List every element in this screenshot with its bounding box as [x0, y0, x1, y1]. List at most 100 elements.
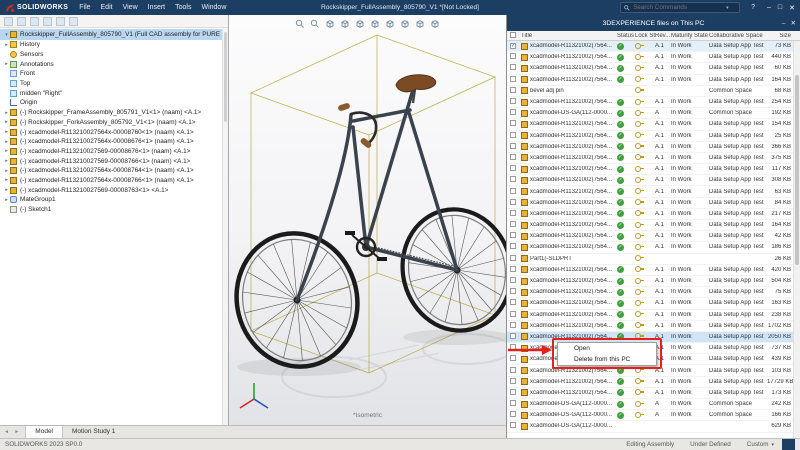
row-checkbox[interactable] — [510, 210, 516, 216]
column-header-status[interactable]: Status — [617, 33, 635, 39]
row-checkbox[interactable] — [510, 232, 516, 238]
tree-item[interactable]: ▸(-) xcadmodel-R113210027564x-00008760<1… — [0, 127, 228, 137]
tree-item[interactable]: ▸(-) xcadmodel-R113210027569-00008766<1>… — [0, 156, 228, 166]
zoom-fit-icon[interactable] — [295, 18, 306, 29]
tree-item[interactable]: ▸(-) xcadmodel-R113210027564x-00008764<1… — [0, 166, 228, 176]
table-row[interactable]: xcadmodel-R11321002(7564...✓A.1In WorkDa… — [507, 52, 800, 63]
table-row[interactable]: xcadmodel-R11321002(7564...✓A.1In WorkDa… — [507, 209, 800, 220]
tree-item[interactable]: Origin — [0, 98, 228, 108]
custom-dropdown[interactable]: Custom ▾ — [747, 441, 774, 448]
search-box[interactable]: ▾ — [620, 2, 740, 13]
column-header-lock-st[interactable]: Lock St... — [635, 33, 655, 39]
menu-view[interactable]: View — [119, 4, 142, 11]
expander-icon[interactable]: ▸ — [3, 177, 10, 183]
row-checkbox[interactable]: ✓ — [510, 43, 516, 49]
table-row[interactable]: xcadmodel-R11321002(7564...✓A.1In WorkDa… — [507, 186, 800, 197]
bicycle-model[interactable] — [229, 15, 506, 425]
panel-minimize-button[interactable]: – — [782, 20, 786, 27]
open-menu-item[interactable]: Open — [558, 343, 656, 354]
menu-insert[interactable]: Insert — [144, 4, 170, 11]
table-row[interactable]: xcadmodel-DS-GA(112-0000...✓AIn WorkComm… — [507, 108, 800, 119]
row-checkbox[interactable] — [510, 322, 516, 328]
expander-icon[interactable]: ▾ — [3, 32, 10, 38]
row-checkbox[interactable] — [510, 64, 516, 70]
table-row[interactable]: xcadmodel-R11321002(7564...✓A.1In WorkDa… — [507, 220, 800, 231]
table-row[interactable]: xcadmodel-DS-GA(112-0000...✓AIn WorkComm… — [507, 399, 800, 410]
row-checkbox[interactable] — [510, 411, 516, 417]
row-checkbox[interactable] — [510, 367, 516, 373]
row-checkbox[interactable] — [510, 120, 516, 126]
table-row[interactable]: Part1(-SLDPRT26 KB — [507, 254, 800, 265]
tree-root-item[interactable]: ▾ Rockskipper_FullAssembly_805790_V1 (Fu… — [0, 29, 228, 40]
tab-motion-study-1[interactable]: Motion Study 1 — [63, 426, 124, 438]
row-checkbox[interactable] — [510, 344, 516, 350]
tab-scroll-arrows[interactable]: ◄ ► — [0, 429, 25, 435]
minimize-button[interactable]: – — [767, 4, 771, 12]
table-row[interactable]: xcadmodel-R11321002(7564...✓A.1In WorkDa… — [507, 298, 800, 309]
table-row[interactable]: xcadmodel-R11321002(7564...✓A.1In WorkDa… — [507, 175, 800, 186]
row-checkbox[interactable] — [510, 188, 516, 194]
expander-icon[interactable]: ▸ — [3, 139, 10, 145]
panel-tab-dimxpertmanager[interactable] — [43, 17, 52, 26]
row-checkbox[interactable] — [510, 243, 516, 249]
edit-appearance-icon[interactable] — [400, 18, 411, 29]
table-row[interactable]: xcadmodel-R11321002(7564...✓A.1In WorkDa… — [507, 242, 800, 253]
tree-item[interactable]: (-) Sketch1 — [0, 205, 228, 215]
table-row[interactable]: xcadmodel-R11321002(7564...✓A.1In WorkDa… — [507, 153, 800, 164]
row-checkbox[interactable] — [510, 143, 516, 149]
panel-tab-displaymanager[interactable] — [56, 17, 65, 26]
column-header-title[interactable]: Title — [521, 33, 617, 39]
row-checkbox[interactable] — [510, 400, 516, 406]
row-checkbox[interactable] — [510, 355, 516, 361]
expander-icon[interactable]: ▸ — [3, 42, 10, 48]
select-all-checkbox[interactable] — [510, 32, 516, 38]
row-checkbox[interactable] — [510, 422, 516, 428]
view-orientation-icon[interactable] — [355, 18, 366, 29]
expander-icon[interactable]: ▸ — [3, 119, 10, 125]
expander-icon[interactable]: ▸ — [3, 110, 10, 116]
table-row[interactable]: xcadmodel-R11321002(7564...✓A.1In WorkDa… — [507, 164, 800, 175]
table-row[interactable]: xcadmodel-R11321002(7564...✓A.1In WorkDa… — [507, 276, 800, 287]
zoom-to-area-icon[interactable] — [310, 18, 321, 29]
table-row[interactable]: xcadmodel-R11321002(7564...✓A.1In WorkDa… — [507, 231, 800, 242]
row-checkbox[interactable] — [510, 109, 516, 115]
panel-tab-configurationmanager[interactable] — [30, 17, 39, 26]
expander-icon[interactable]: ▸ — [3, 158, 10, 164]
table-row[interactable]: xcadmodel-R11321002(7564...✓A.1In WorkDa… — [507, 388, 800, 399]
table-row[interactable]: xcadmodel-R11321002(7564...✓A.1In WorkDa… — [507, 287, 800, 298]
hide-show-items-icon[interactable] — [385, 18, 396, 29]
table-row[interactable]: bevel adj pinCommon Space68 KB — [507, 86, 800, 97]
row-checkbox[interactable] — [510, 132, 516, 138]
tree-item[interactable]: Sensors — [0, 50, 228, 60]
maximize-button[interactable]: □ — [778, 4, 782, 12]
delete-from-this-pc-menu-item[interactable]: Delete from this PC — [558, 354, 656, 365]
table-row[interactable]: xcadmodel-R11321002(7564...✓A.1In WorkDa… — [507, 365, 800, 376]
row-checkbox[interactable] — [510, 76, 516, 82]
table-row[interactable]: xcadmodel-R11321002(7564...✓A.1In WorkDa… — [507, 119, 800, 130]
expander-icon[interactable]: ▸ — [3, 187, 10, 193]
row-checkbox[interactable] — [510, 255, 516, 261]
expander-icon[interactable]: ▸ — [3, 148, 10, 154]
table-row[interactable]: xcadmodel-R11321002(7564...✓A.1In WorkDa… — [507, 198, 800, 209]
table-row[interactable]: xcadmodel-R11321002(7564...✓A.1In WorkDa… — [507, 75, 800, 86]
tree-scrollbar[interactable] — [222, 28, 228, 425]
row-checkbox[interactable] — [510, 299, 516, 305]
tree-item[interactable]: Front — [0, 69, 228, 79]
menu-window[interactable]: Window — [197, 4, 230, 11]
expander-icon[interactable]: ▸ — [3, 129, 10, 135]
row-checkbox[interactable] — [510, 98, 516, 104]
previous-view-icon[interactable] — [325, 18, 336, 29]
tree-item[interactable]: midden "Right" — [0, 88, 228, 98]
section-view-icon[interactable] — [340, 18, 351, 29]
table-row[interactable]: xcadmodel-R11321002(7564...✓A.1In WorkDa… — [507, 131, 800, 142]
row-checkbox[interactable] — [510, 389, 516, 395]
table-row[interactable]: xcadmodel-R11321002(7564...✓A.1In WorkDa… — [507, 377, 800, 388]
search-input[interactable] — [633, 4, 723, 11]
panel-tab-propertymanager[interactable] — [17, 17, 26, 26]
row-checkbox[interactable] — [510, 277, 516, 283]
table-row[interactable]: xcadmodel-R11321002(7564...✓A.1In WorkDa… — [507, 310, 800, 321]
panel-close-button[interactable]: ✕ — [791, 19, 796, 27]
row-checkbox[interactable] — [510, 154, 516, 160]
tree-item[interactable]: ▸(-) Rockskipper_ForkAssembly_805792_V1<… — [0, 118, 228, 128]
column-header-maturity-state[interactable]: Maturity State — [671, 33, 709, 39]
